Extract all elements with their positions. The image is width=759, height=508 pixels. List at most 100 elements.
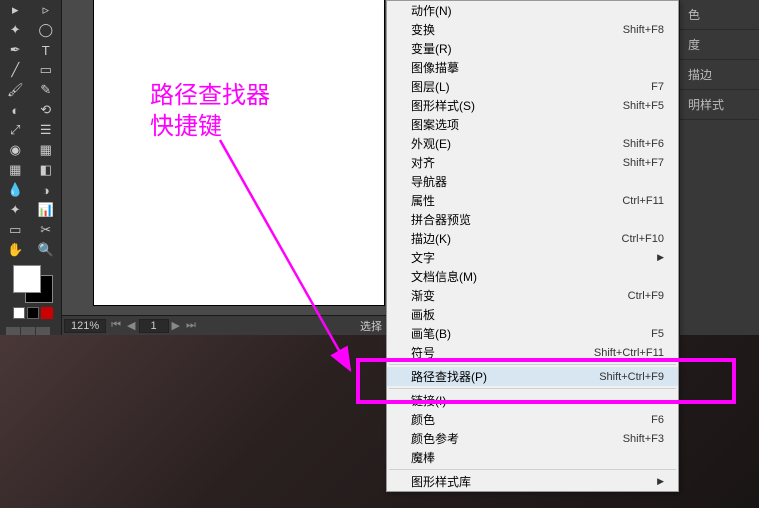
menu-item-shortcut: Ctrl+F10 <box>622 233 665 245</box>
tool-shape[interactable]: ◉ <box>0 140 31 160</box>
panel-style[interactable]: 明样式 <box>680 90 759 120</box>
menu-item-label: 路径查找器(P) <box>411 368 487 385</box>
tool-wand[interactable]: ✦ <box>0 20 31 40</box>
menu-item-18[interactable]: 符号 Shift+Ctrl+F11 <box>387 343 678 362</box>
menu-item-label: 画板 <box>411 306 435 323</box>
canvas-area <box>62 0 386 315</box>
menu-item-label: 渐变 <box>411 287 435 304</box>
menu-item-0[interactable]: 动作(N) <box>387 1 678 20</box>
panel-color[interactable]: 色 <box>680 0 759 30</box>
menu-item-25[interactable]: 魔棒 <box>387 448 678 467</box>
right-panel: 色 度 描边 明样式 <box>679 0 759 335</box>
tool-chart[interactable]: 📊 <box>31 200 62 220</box>
menu-item-1[interactable]: 变换Shift+F8 <box>387 20 678 39</box>
menu-item-5[interactable]: 图形样式(S) Shift+F5 <box>387 96 678 115</box>
status-bar: 121% ⏮ ◀ ▶ ⏭ 选择 <box>62 315 386 335</box>
menu-separator <box>389 469 676 470</box>
menu-item-label: 图形样式(S) <box>411 97 475 114</box>
color-swatches <box>0 265 61 319</box>
menu-item-17[interactable]: 画笔(B) F5 <box>387 324 678 343</box>
tool-rotate[interactable]: ⟲ <box>31 100 62 120</box>
menu-item-label: 动作(N) <box>411 2 452 19</box>
tool-text[interactable]: T <box>31 40 62 60</box>
tool-graph[interactable]: ▦ <box>31 140 62 160</box>
tool-direct[interactable]: ▹ <box>31 0 62 20</box>
tool-lasso[interactable]: ◯ <box>31 20 62 40</box>
menu-item-14[interactable]: 文档信息(M) <box>387 267 678 286</box>
swatch-white[interactable] <box>13 307 25 319</box>
menu-item-16[interactable]: 画板 <box>387 305 678 324</box>
menu-item-shortcut: Ctrl+F9 <box>628 290 664 302</box>
menu-item-shortcut: Shift+Ctrl+F11 <box>594 347 664 359</box>
menu-item-23[interactable]: 颜色F6 <box>387 410 678 429</box>
menu-item-13[interactable]: 文字 ▶ <box>387 248 678 267</box>
menu-item-3[interactable]: 图像描摹 <box>387 58 678 77</box>
menu-item-8[interactable]: 对齐 Shift+F7 <box>387 153 678 172</box>
menu-item-label: 魔棒 <box>411 449 435 466</box>
nav-prev-icon[interactable]: ◀ <box>124 319 138 332</box>
menu-item-label: 对齐 <box>411 154 435 171</box>
menu-item-22[interactable]: 链接(I) <box>387 391 678 410</box>
menu-item-label: 颜色参考 <box>411 430 459 447</box>
fill-swatch[interactable] <box>13 265 41 293</box>
menu-item-2[interactable]: 变量(R) <box>387 39 678 58</box>
tool-gradient[interactable]: ◧ <box>31 160 62 180</box>
menu-item-24[interactable]: 颜色参考 Shift+F3 <box>387 429 678 448</box>
menu-item-12[interactable]: 描边(K) Ctrl+F10 <box>387 229 678 248</box>
tool-line[interactable]: ╱ <box>0 60 31 80</box>
menu-item-label: 符号 <box>411 344 435 361</box>
menu-item-label: 文字 <box>411 249 435 266</box>
menu-item-label: 属性 <box>411 192 435 209</box>
menu-item-shortcut: Shift+F7 <box>623 157 664 169</box>
tool-selection[interactable]: ▸ <box>0 0 31 20</box>
menu-item-label: 描边(K) <box>411 230 451 247</box>
menu-item-shortcut: Shift+Ctrl+F9 <box>599 371 664 383</box>
tools-panel: ▸▹ ✦◯ ✒T ╱▭ 🖌✎ ◐⟲ ⤢☰ ◉▦ ▦◧ 💧◑ ✦📊 ▭✂ ✋🔍 <box>0 0 62 335</box>
tool-eyedrop[interactable]: 💧 <box>0 180 31 200</box>
tool-width[interactable]: ☰ <box>31 120 62 140</box>
swatch-none[interactable] <box>41 307 53 319</box>
tool-rect[interactable]: ▭ <box>31 60 62 80</box>
menu-item-label: 画笔(B) <box>411 325 451 342</box>
tool-symbol[interactable]: ✦ <box>0 200 31 220</box>
menu-item-label: 链接(I) <box>411 392 446 409</box>
nav-last-icon[interactable]: ⏭ <box>183 319 199 332</box>
menu-item-4[interactable]: 图层(L)F7 <box>387 77 678 96</box>
tool-scale[interactable]: ⤢ <box>0 120 31 140</box>
menu-item-9[interactable]: 导航器 <box>387 172 678 191</box>
menu-item-15[interactable]: 渐变 Ctrl+F9 <box>387 286 678 305</box>
menu-item-7[interactable]: 外观(E) Shift+F6 <box>387 134 678 153</box>
tool-mesh[interactable]: ▦ <box>0 160 31 180</box>
panel-stroke[interactable]: 描边 <box>680 60 759 90</box>
menu-item-shortcut: F5 <box>651 328 664 340</box>
menu-item-shortcut: Shift+F3 <box>623 433 664 445</box>
nav-first-icon[interactable]: ⏮ <box>108 319 124 332</box>
zoom-level[interactable]: 121% <box>64 319 106 333</box>
menu-item-shortcut: Shift+F6 <box>623 138 664 150</box>
menu-item-label: 文档信息(M) <box>411 268 477 285</box>
tool-eraser[interactable]: ◐ <box>0 100 31 120</box>
submenu-arrow-icon: ▶ <box>657 252 664 263</box>
page-input[interactable] <box>139 319 169 333</box>
tool-pencil[interactable]: ✎ <box>31 80 62 100</box>
tool-brush[interactable]: 🖌 <box>0 80 31 100</box>
menu-item-6[interactable]: 图案选项 <box>387 115 678 134</box>
menu-item-label: 外观(E) <box>411 135 451 152</box>
tool-blend[interactable]: ◑ <box>31 180 62 200</box>
menu-item-label: 图形样式库 <box>411 473 471 490</box>
panel-gradient[interactable]: 度 <box>680 30 759 60</box>
swatch-black[interactable] <box>27 307 39 319</box>
menu-item-27[interactable]: 图形样式库▶ <box>387 472 678 491</box>
tool-hand[interactable]: ✋ <box>0 240 31 260</box>
tool-artboard[interactable]: ▭ <box>0 220 31 240</box>
menu-item-11[interactable]: 拼合器预览 <box>387 210 678 229</box>
artboard[interactable] <box>94 0 384 305</box>
menu-item-shortcut: Shift+F5 <box>623 100 664 112</box>
menu-item-20[interactable]: 路径查找器(P) Shift+Ctrl+F9 <box>387 367 678 386</box>
nav-next-icon[interactable]: ▶ <box>169 319 183 332</box>
menu-item-10[interactable]: 属性Ctrl+F11 <box>387 191 678 210</box>
window-menu: 动作(N)变换Shift+F8变量(R)图像描摹图层(L)F7图形样式(S) Sh… <box>386 0 679 492</box>
tool-zoom[interactable]: 🔍 <box>31 240 62 260</box>
tool-slice[interactable]: ✂ <box>31 220 62 240</box>
tool-pen[interactable]: ✒ <box>0 40 31 60</box>
